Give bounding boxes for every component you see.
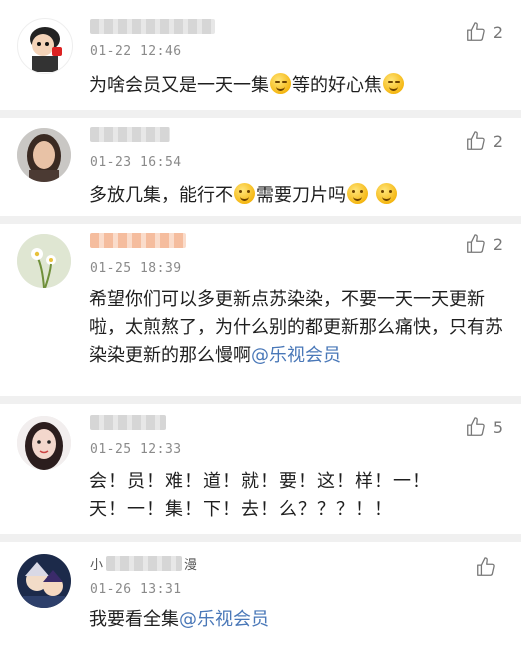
user-name[interactable] bbox=[90, 233, 186, 248]
like-count: 2 bbox=[492, 234, 503, 254]
comment-body: 我要看全集 bbox=[89, 609, 179, 630]
sly-smile-emoji-icon bbox=[383, 73, 404, 94]
comment-text: 我要看全集@乐视会员 bbox=[89, 606, 505, 634]
comment-text-part: 为啥会员又是一天一集 bbox=[89, 75, 269, 96]
comment-item: 01-22 12:46 2 为啥会员又是一天一集 等的好心焦 bbox=[0, 0, 521, 110]
like-count: 2 bbox=[492, 22, 503, 42]
thumbs-up-icon bbox=[466, 131, 485, 150]
avatar[interactable] bbox=[17, 234, 71, 288]
like-button[interactable]: 2 bbox=[465, 21, 503, 43]
cartoon-boy-avatar-image bbox=[30, 27, 62, 72]
like-count: 2 bbox=[492, 131, 503, 151]
comment-time: 01-25 18:39 bbox=[90, 261, 182, 276]
comment-text: 多放几集，能行不 需要刀片吗 bbox=[89, 182, 505, 210]
comment-text: 为啥会员又是一天一集 等的好心焦 bbox=[89, 72, 505, 100]
thumbs-up-icon bbox=[466, 417, 485, 436]
comment-time: 01-23 16:54 bbox=[90, 155, 182, 170]
comment-text-part: 需要刀片吗 bbox=[256, 185, 346, 206]
like-button[interactable]: 5 bbox=[465, 416, 503, 438]
thumbs-up-icon bbox=[466, 22, 485, 41]
user-name[interactable] bbox=[106, 556, 182, 571]
like-button[interactable] bbox=[475, 556, 503, 578]
smile-emoji-icon bbox=[347, 183, 368, 204]
thumbs-up-icon bbox=[466, 234, 485, 253]
comment-item: 01-25 12:33 5 会！员！难！道！就！要！这！样！一！天！一！集！下！… bbox=[0, 404, 521, 534]
user-name-prefix[interactable]: 小 bbox=[90, 554, 103, 573]
separator bbox=[0, 534, 521, 542]
avatar[interactable] bbox=[17, 554, 71, 608]
sly-smile-emoji-icon bbox=[270, 73, 291, 94]
like-button[interactable]: 2 bbox=[465, 233, 503, 255]
comment-item: 01-25 18:39 2 希望你们可以多更新点苏染染，不要一天一天更新啦，太煎… bbox=[0, 224, 521, 396]
user-name-suffix[interactable]: 漫 bbox=[184, 554, 197, 573]
woman-portrait-avatar-image bbox=[17, 128, 71, 182]
thumbs-up-icon bbox=[477, 557, 495, 576]
comment-text-part: 多放几集，能行不 bbox=[89, 185, 233, 206]
separator bbox=[0, 396, 521, 404]
comment-item: 小 漫 01-26 13:31 我要看全集@乐视会员 bbox=[0, 542, 521, 652]
comment-item: 01-23 16:54 2 多放几集，能行不 需要刀片吗 bbox=[0, 118, 521, 222]
smile-emoji-icon bbox=[375, 183, 397, 204]
separator bbox=[0, 110, 521, 118]
avatar[interactable] bbox=[17, 416, 71, 470]
user-name[interactable] bbox=[90, 127, 170, 142]
mention-link[interactable]: @乐视会员 bbox=[251, 345, 341, 366]
comment-time: 01-22 12:46 bbox=[90, 44, 182, 59]
smile-emoji-icon bbox=[234, 183, 255, 204]
separator bbox=[0, 216, 521, 224]
comment-text: 会！员！难！道！就！要！这！样！一！天！一！集！下！去！么？？？！！ bbox=[89, 471, 431, 520]
comment-text-part: 等的好心焦 bbox=[292, 75, 382, 96]
anime-avatar-image bbox=[17, 554, 71, 608]
mention-link[interactable]: @乐视会员 bbox=[179, 609, 269, 630]
like-count: 5 bbox=[492, 417, 503, 437]
comment-text: 希望你们可以多更新点苏染染，不要一天一天更新啦，太煎熬了，为什么别的都更新那么痛… bbox=[89, 286, 505, 370]
comment-time: 01-26 13:31 bbox=[90, 582, 182, 597]
comment-time: 01-25 12:33 bbox=[90, 442, 182, 457]
avatar[interactable] bbox=[17, 18, 73, 74]
like-button[interactable]: 2 bbox=[465, 130, 503, 152]
user-name[interactable] bbox=[90, 415, 166, 430]
user-name[interactable] bbox=[90, 19, 215, 34]
avatar[interactable] bbox=[17, 128, 71, 182]
flower-avatar-image bbox=[17, 234, 71, 288]
girl-portrait-avatar-image bbox=[17, 416, 71, 470]
